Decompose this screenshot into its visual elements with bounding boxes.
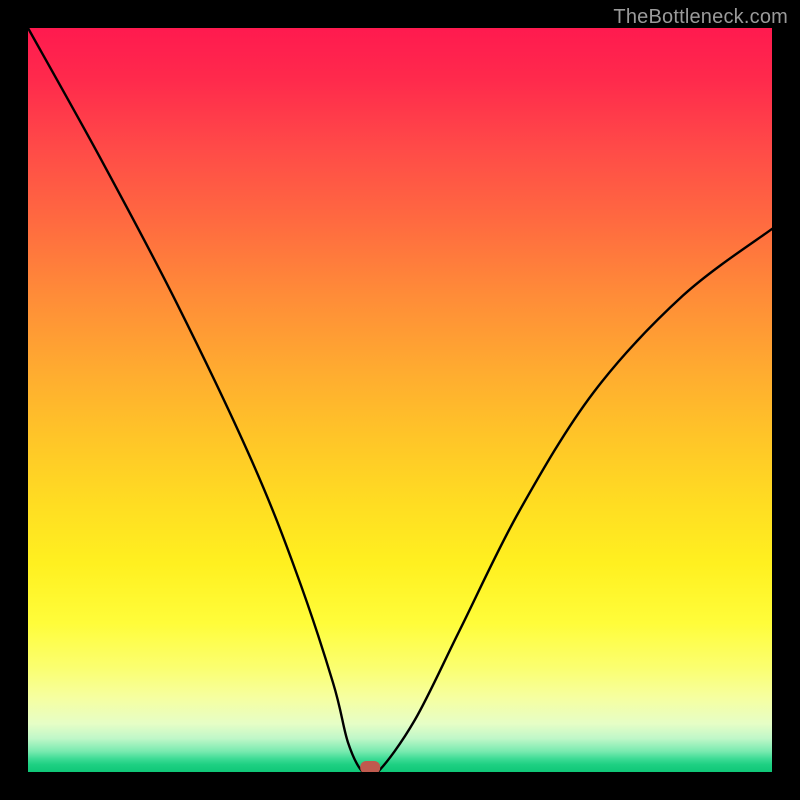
selected-point-marker (360, 761, 380, 772)
bottleneck-curve (28, 28, 772, 772)
watermark-text: TheBottleneck.com (613, 6, 788, 29)
curve-layer (28, 28, 772, 772)
chart-frame: TheBottleneck.com (0, 0, 800, 800)
plot-area (28, 28, 772, 772)
